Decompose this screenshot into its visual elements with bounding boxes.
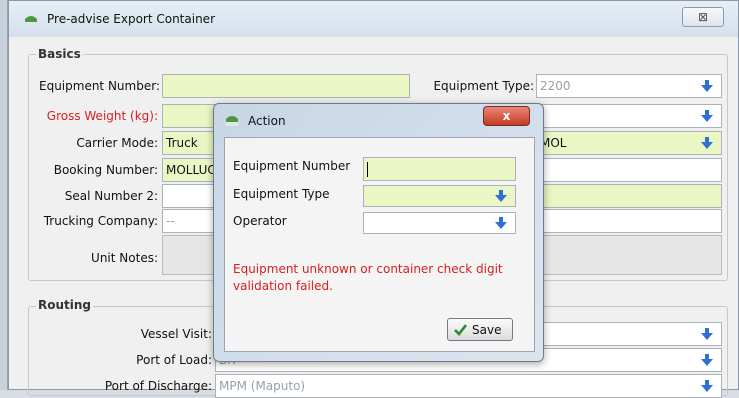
row2-right-select[interactable] xyxy=(536,104,722,128)
routing-legend: Routing xyxy=(36,298,94,312)
dialog-operator-select[interactable] xyxy=(363,212,516,234)
action-dialog: Action x Equipment Number Equipment Type… xyxy=(213,103,544,362)
row5-right-field[interactable] xyxy=(536,184,722,208)
dialog-close-button[interactable]: x xyxy=(483,106,530,126)
port-of-discharge-select[interactable]: MPM (Maputo) xyxy=(215,374,722,398)
operator-select[interactable]: MOL xyxy=(536,131,722,155)
window-title: Pre-advise Export Container xyxy=(47,12,215,26)
seal-number-2-label: Seal Number 2: xyxy=(64,189,158,203)
trucking-company-label: Trucking Company: xyxy=(43,214,158,228)
dropdown-arrow-icon[interactable] xyxy=(701,328,713,341)
row6-right-field[interactable] xyxy=(536,209,722,233)
equipment-number-label: Equipment Number: xyxy=(39,79,160,93)
background-window-edge xyxy=(0,0,8,390)
port-of-load-label: Port of Load: xyxy=(136,353,212,367)
dropdown-arrow-icon[interactable] xyxy=(701,80,713,93)
text-cursor xyxy=(367,162,368,177)
window-close-button[interactable]: ⊠ xyxy=(682,7,724,27)
port-of-discharge-value: MPM (Maputo) xyxy=(219,379,306,393)
dropdown-arrow-icon[interactable] xyxy=(701,137,713,150)
dialog-equipment-number-field[interactable] xyxy=(363,157,516,181)
dropdown-arrow-icon[interactable] xyxy=(701,354,713,367)
dialog-equipment-type-label: Equipment Type xyxy=(233,187,330,201)
unit-notes-label: Unit Notes: xyxy=(91,251,158,265)
dropdown-arrow-icon[interactable] xyxy=(701,110,713,123)
equipment-number-field[interactable] xyxy=(162,74,410,98)
dialog-equipment-type-select[interactable] xyxy=(363,185,516,207)
dialog-equipment-number-label: Equipment Number xyxy=(233,159,351,173)
equipment-type-value: 2200 xyxy=(540,79,571,93)
vessel-visit-label: Vessel Visit: xyxy=(140,327,212,341)
save-button[interactable]: Save xyxy=(447,318,513,341)
equipment-type-select[interactable]: 2200 xyxy=(536,74,722,98)
carrier-mode-label: Carrier Mode: xyxy=(76,136,158,150)
dropdown-arrow-icon[interactable] xyxy=(495,190,507,203)
booking-number-value: MOLLUC xyxy=(166,163,216,177)
save-button-label: Save xyxy=(472,323,502,337)
checkmark-icon xyxy=(454,323,468,336)
port-of-discharge-label: Port of Discharge: xyxy=(104,379,212,393)
equipment-type-label: Equipment Type: xyxy=(433,79,534,93)
dropdown-arrow-icon[interactable] xyxy=(701,380,713,393)
carrier-mode-value: Truck xyxy=(166,136,198,150)
booking-number-label: Booking Number: xyxy=(53,163,158,177)
dropdown-arrow-icon[interactable] xyxy=(495,217,507,230)
dialog-app-icon xyxy=(224,113,240,127)
title-bar: Pre-advise Export Container ⊠ xyxy=(9,1,738,37)
row4-right-field[interactable] xyxy=(536,158,722,182)
basics-legend: Basics xyxy=(36,47,83,61)
dialog-content: Equipment Number Equipment Type Operator… xyxy=(224,137,535,352)
trucking-company-value: -- xyxy=(166,214,175,228)
dialog-title: Action xyxy=(248,114,286,128)
gross-weight-label: Gross Weight (kg): xyxy=(46,109,158,123)
dialog-operator-label: Operator xyxy=(233,214,287,228)
dialog-error-message: Equipment unknown or container check dig… xyxy=(233,262,503,293)
app-icon xyxy=(23,13,39,27)
